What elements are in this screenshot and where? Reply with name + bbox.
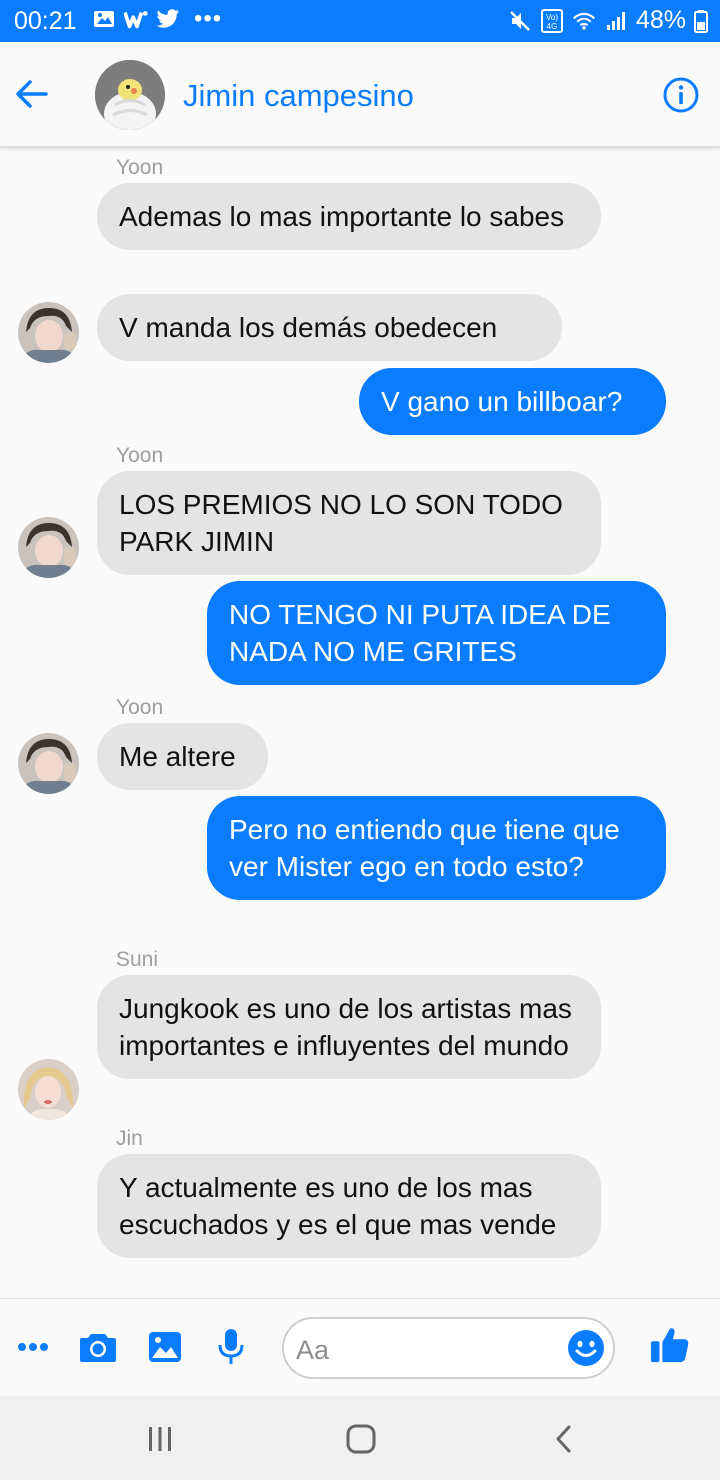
- w-app-icon: [124, 8, 148, 30]
- incoming-message[interactable]: Ademas lo mas importante lo sabes: [97, 183, 601, 250]
- notification-icons: •••: [92, 5, 223, 32]
- incoming-message[interactable]: Y actualmente es uno de los mas escuchad…: [97, 1154, 601, 1258]
- camera-icon: [80, 1334, 116, 1362]
- more-notifications-icon: •••: [194, 5, 223, 32]
- status-bar: 00:21 ••• Vo) 4G 48%: [0, 0, 720, 42]
- home-button[interactable]: [341, 1422, 381, 1456]
- more-icon: [18, 1343, 48, 1351]
- contact-avatar[interactable]: [95, 60, 165, 130]
- incoming-message[interactable]: Me altere: [97, 723, 268, 790]
- message-input-placeholder: Aa: [296, 1335, 330, 1365]
- sender-name: Suni: [116, 948, 159, 971]
- chevron-left-icon: [556, 1425, 571, 1453]
- avatar-yoon[interactable]: [18, 517, 79, 578]
- emoji-button[interactable]: [567, 1329, 605, 1367]
- wifi-icon: [572, 10, 596, 32]
- system-navigation-bar: [0, 1396, 720, 1480]
- back-button[interactable]: [10, 72, 54, 116]
- more-button[interactable]: [13, 1327, 53, 1367]
- gallery-icon: [92, 8, 116, 30]
- incoming-message[interactable]: LOS PREMIOS NO LO SON TODO PARK JIMIN: [97, 471, 601, 575]
- avatar-yoon[interactable]: [18, 302, 79, 363]
- avatar-yoon[interactable]: [18, 733, 79, 794]
- incoming-message[interactable]: V manda los demás obedecen: [97, 294, 562, 361]
- microphone-icon: [218, 1329, 244, 1364]
- twitter-icon: [156, 8, 180, 30]
- battery-percent: 48%: [635, 6, 686, 34]
- battery-icon: [694, 9, 708, 33]
- system-icons: Vo) 4G 48%: [508, 6, 708, 35]
- like-button[interactable]: [650, 1325, 690, 1365]
- outgoing-message[interactable]: V gano un billboar?: [359, 368, 666, 435]
- outgoing-message[interactable]: Pero no entiendo que tiene que ver Miste…: [207, 796, 666, 900]
- status-time: 00:21: [14, 7, 77, 35]
- gallery-button[interactable]: [145, 1327, 185, 1367]
- outgoing-message[interactable]: NO TENGO NI PUTA IDEA DE NADA NO ME GRIT…: [207, 581, 666, 685]
- message-input[interactable]: Aa: [282, 1317, 615, 1379]
- image-icon: [149, 1332, 181, 1362]
- sender-name: Jin: [116, 1127, 143, 1150]
- home-icon: [346, 1424, 376, 1454]
- thumbs-up-icon: [650, 1328, 689, 1363]
- conversation-header: Jimin campesino: [0, 42, 720, 148]
- camera-button[interactable]: [78, 1327, 118, 1367]
- mute-icon: [508, 10, 532, 32]
- recent-apps-icon: [149, 1427, 171, 1451]
- arrow-left-icon: [16, 80, 48, 108]
- incoming-message[interactable]: Jungkook es uno de los artistas mas impo…: [97, 975, 601, 1079]
- message-composer: Aa: [0, 1298, 720, 1396]
- avatar-suni[interactable]: [18, 1059, 79, 1120]
- sender-name: Yoon: [116, 444, 164, 467]
- svg-text:Vo): Vo): [546, 13, 558, 22]
- sender-name: Yoon: [116, 696, 164, 719]
- emoji-icon: [568, 1330, 604, 1366]
- info-button[interactable]: [662, 76, 700, 114]
- svg-text:4G: 4G: [547, 22, 558, 31]
- system-back-button[interactable]: [543, 1422, 583, 1456]
- info-icon: [663, 77, 699, 113]
- conversation-title[interactable]: Jimin campesino: [183, 78, 414, 114]
- message-list[interactable]: Yoon Ademas lo mas importante lo sabes V…: [0, 150, 720, 1298]
- recent-apps-button[interactable]: [140, 1422, 180, 1456]
- volte-4g-icon: Vo) 4G: [540, 8, 564, 33]
- voice-button[interactable]: [211, 1327, 251, 1367]
- signal-icon: [604, 10, 628, 32]
- sender-name: Yoon: [116, 156, 164, 179]
